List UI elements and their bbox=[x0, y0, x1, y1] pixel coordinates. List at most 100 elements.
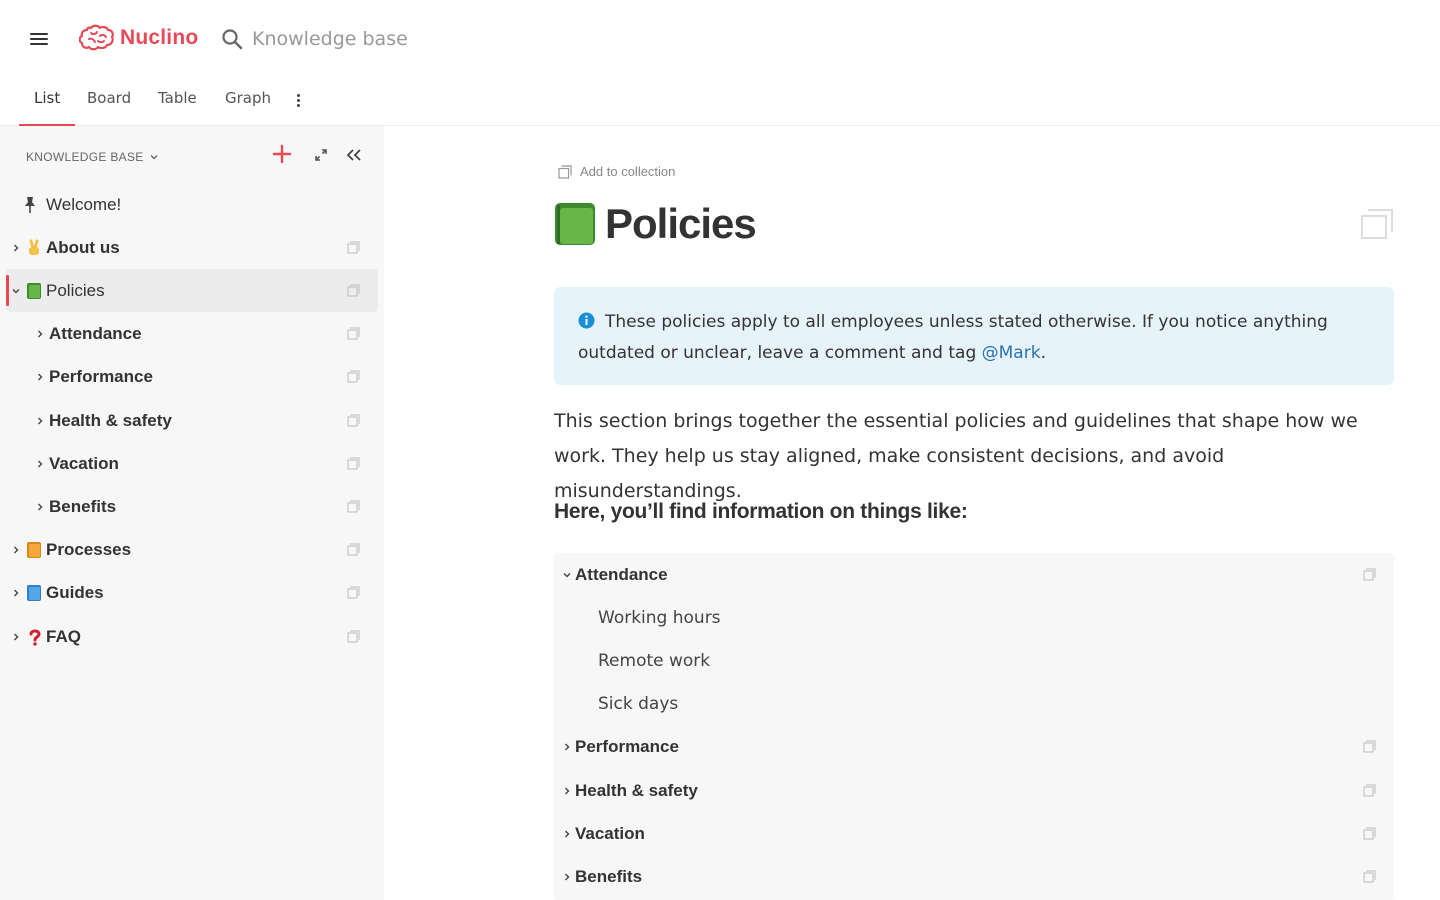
info-callout: These policies apply to all employees un… bbox=[554, 287, 1394, 385]
embedded-outline: Attendance Working hours Remote work Sic… bbox=[554, 553, 1394, 900]
sidebar-item-about-us[interactable]: About us bbox=[6, 226, 378, 269]
outline-item-working-hours[interactable]: Working hours bbox=[554, 596, 1394, 639]
pin-icon bbox=[25, 196, 35, 213]
sidebar-item-policies[interactable]: Policies bbox=[6, 269, 378, 312]
menu-icon[interactable] bbox=[30, 33, 48, 47]
sidebar-item-label: Attendance bbox=[49, 323, 142, 343]
chevron-down-icon[interactable] bbox=[563, 571, 571, 579]
sidebar-item-label: Processes bbox=[46, 539, 132, 559]
collection-icon bbox=[558, 164, 572, 179]
copy-link-icon[interactable] bbox=[347, 457, 360, 470]
copy-link-icon[interactable] bbox=[1363, 740, 1376, 753]
copy-link-icon[interactable] bbox=[1363, 568, 1376, 581]
add-to-collection-button[interactable]: Add to collection bbox=[558, 164, 675, 179]
outline-item-label: Vacation bbox=[575, 823, 645, 843]
chevron-right-icon[interactable] bbox=[563, 743, 571, 751]
section-heading: Here, you’ll find information on things … bbox=[554, 500, 968, 523]
chevron-down-icon bbox=[150, 155, 158, 160]
user-mention[interactable]: @Mark bbox=[982, 343, 1041, 363]
top-bar: Nuclino bbox=[0, 0, 1440, 76]
sidebar-item-attendance[interactable]: Attendance bbox=[6, 312, 378, 355]
outline-item-performance[interactable]: Performance bbox=[554, 725, 1394, 768]
view-tabs: List Board Table Graph bbox=[0, 78, 1440, 126]
callout-end: . bbox=[1040, 343, 1046, 363]
outline-item-health-safety[interactable]: Health & safety bbox=[554, 769, 1394, 812]
sidebar-item-faq[interactable]: FAQ bbox=[6, 615, 378, 658]
outline-item-attendance[interactable]: Attendance bbox=[554, 553, 1394, 596]
chevron-right-icon[interactable] bbox=[563, 830, 571, 838]
sidebar-item-processes[interactable]: Processes bbox=[6, 528, 378, 571]
collapse-sidebar-icon[interactable] bbox=[346, 148, 362, 162]
sidebar-item-label: Welcome! bbox=[46, 194, 122, 214]
info-icon bbox=[578, 312, 595, 329]
orange-book-icon bbox=[27, 541, 41, 558]
chevron-right-icon[interactable] bbox=[36, 503, 44, 511]
green-book-icon bbox=[555, 203, 595, 245]
chevron-down-icon[interactable] bbox=[12, 287, 20, 295]
page-title[interactable]: Policies bbox=[605, 200, 757, 248]
page-title-row: Policies bbox=[554, 200, 757, 248]
search-bar[interactable] bbox=[220, 25, 540, 53]
add-to-collection-label: Add to collection bbox=[580, 164, 676, 179]
outline-item-remote-work[interactable]: Remote work bbox=[554, 639, 1394, 682]
search-input[interactable] bbox=[252, 28, 532, 50]
sidebar-item-benefits[interactable]: Benefits bbox=[6, 485, 378, 528]
copy-link-icon[interactable] bbox=[347, 414, 360, 427]
workspace-name: KNOWLEDGE BASE bbox=[26, 150, 144, 164]
chevron-right-icon[interactable] bbox=[36, 460, 44, 468]
outline-item-benefits[interactable]: Benefits bbox=[554, 855, 1394, 898]
workspace-selector[interactable]: KNOWLEDGE BASE bbox=[26, 150, 158, 164]
copy-link-icon[interactable] bbox=[1363, 827, 1376, 840]
chevron-right-icon[interactable] bbox=[12, 589, 20, 597]
sidebar-item-label: Benefits bbox=[49, 496, 117, 516]
copy-link-icon[interactable] bbox=[347, 284, 360, 297]
intro-paragraph: This section brings together the essenti… bbox=[554, 410, 1358, 502]
brand-name: Nuclino bbox=[120, 26, 199, 49]
copy-link-icon[interactable] bbox=[347, 327, 360, 340]
outline-item-label: Working hours bbox=[598, 607, 721, 628]
tab-list[interactable]: List bbox=[18, 89, 76, 126]
copy-link-icon[interactable] bbox=[347, 500, 360, 513]
copy-link-icon[interactable] bbox=[347, 586, 360, 599]
outline-item-sick-days[interactable]: Sick days bbox=[554, 682, 1394, 725]
chevron-right-icon[interactable] bbox=[36, 373, 44, 381]
sidebar-item-vacation[interactable]: Vacation bbox=[6, 442, 378, 485]
tab-table[interactable]: Table bbox=[158, 89, 197, 126]
sidebar-item-performance[interactable]: Performance bbox=[6, 355, 378, 398]
tab-board[interactable]: Board bbox=[87, 89, 131, 126]
chevron-right-icon[interactable] bbox=[563, 873, 571, 881]
outline-item-label: Performance bbox=[575, 736, 679, 756]
green-book-icon bbox=[27, 282, 41, 299]
chevron-right-icon[interactable] bbox=[36, 330, 44, 338]
copy-link-icon[interactable] bbox=[1363, 870, 1376, 883]
logo[interactable]: Nuclino bbox=[79, 23, 198, 53]
copy-link-icon[interactable] bbox=[1363, 784, 1376, 797]
sidebar-item-label: Guides bbox=[46, 582, 104, 602]
sidebar-item-label: Performance bbox=[49, 366, 153, 386]
sidebar-item-health-safety[interactable]: Health & safety bbox=[6, 399, 378, 442]
sidebar-item-label: About us bbox=[46, 237, 120, 257]
copy-link-icon[interactable] bbox=[347, 630, 360, 643]
sidebar-item-label: Policies bbox=[46, 280, 105, 300]
copy-link-icon[interactable] bbox=[347, 241, 360, 254]
sidebar-item-guides[interactable]: Guides bbox=[6, 571, 378, 614]
chevron-right-icon[interactable] bbox=[12, 546, 20, 554]
chevron-right-icon[interactable] bbox=[12, 633, 20, 641]
document-area: Add to collection Policies These policie… bbox=[384, 126, 1440, 900]
copy-link-icon[interactable] bbox=[347, 543, 360, 556]
sidebar-item-welcome[interactable]: Welcome! bbox=[6, 183, 378, 226]
expand-icon[interactable] bbox=[314, 148, 328, 162]
chevron-right-icon[interactable] bbox=[36, 417, 44, 425]
outline-item-label: Remote work bbox=[598, 650, 711, 671]
chevron-right-icon[interactable] bbox=[12, 244, 20, 252]
more-options-icon[interactable] bbox=[293, 94, 303, 108]
callout-text: These policies apply to all employees un… bbox=[578, 312, 1328, 363]
outline-item-label: Health & safety bbox=[575, 780, 698, 800]
chevron-right-icon[interactable] bbox=[563, 787, 571, 795]
add-item-icon[interactable] bbox=[272, 144, 292, 164]
outline-item-vacation[interactable]: Vacation bbox=[554, 812, 1394, 855]
tab-graph[interactable]: Graph bbox=[225, 89, 271, 126]
copy-link-icon[interactable] bbox=[347, 370, 360, 383]
question-mark-icon bbox=[29, 629, 41, 646]
copy-link-icon[interactable] bbox=[1360, 208, 1394, 240]
